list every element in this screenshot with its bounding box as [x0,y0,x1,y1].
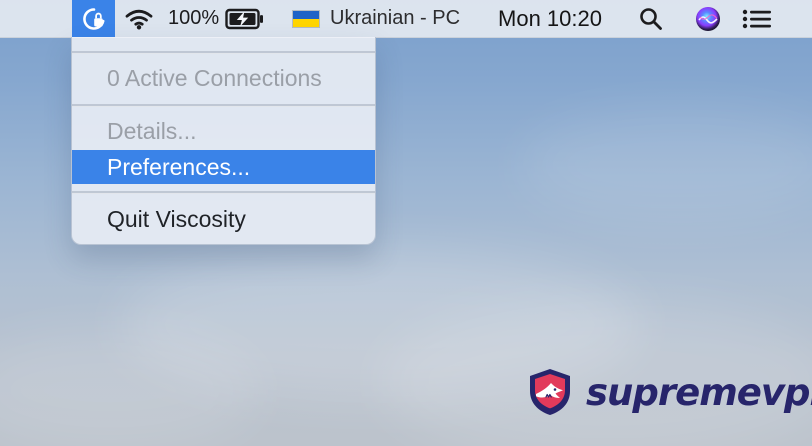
flag-yellow-stripe [293,18,319,27]
menu-item-preferences[interactable]: Preferences... [72,150,375,184]
spotlight-search-button[interactable] [630,0,672,37]
wifi-icon [123,7,155,31]
siri-icon [694,5,722,33]
flag-blue-stripe [293,10,319,19]
lock-icon [80,5,108,33]
siri-button[interactable] [688,0,728,37]
macos-menu-bar: 100% Ukrainian - PC Mon 10:20 [0,0,812,38]
search-icon [638,6,664,32]
battery-charging-icon [225,8,264,30]
ukraine-flag-icon [292,9,320,28]
menu-item-label: Preferences... [107,153,251,180]
wifi-status[interactable] [118,0,160,37]
viscosity-dropdown-menu: 0 Active Connections Details... Preferen… [71,37,376,245]
shark-shield-icon [523,365,577,419]
viscosity-menu-extra[interactable] [72,0,115,37]
supremevpn-watermark: supremevpn [523,365,812,419]
battery-status[interactable]: 100% [168,0,276,37]
menu-clock[interactable]: Mon 10:20 [484,0,616,37]
menu-item-details: Details... [72,114,375,148]
menu-item-quit-viscosity[interactable]: Quit Viscosity [72,202,375,236]
notification-center-button[interactable] [734,0,782,37]
input-source-label: Ukrainian - PC [330,7,461,29]
menu-item-label: Details... [107,117,197,144]
list-icon [741,7,775,31]
menu-item-label: Quit Viscosity [107,205,246,232]
input-source-status[interactable]: Ukrainian - PC [292,0,470,37]
cloud-shape [520,110,812,220]
battery-percentage: 100% [168,7,220,29]
menu-item-label: 0 Active Connections [107,64,322,91]
menu-separator [72,104,375,107]
menu-separator [72,51,375,54]
menu-separator [72,191,375,194]
menu-item-active-connections: 0 Active Connections [72,61,375,95]
clock-text: Mon 10:20 [498,5,602,31]
brand-text: supremevpn [586,370,812,414]
